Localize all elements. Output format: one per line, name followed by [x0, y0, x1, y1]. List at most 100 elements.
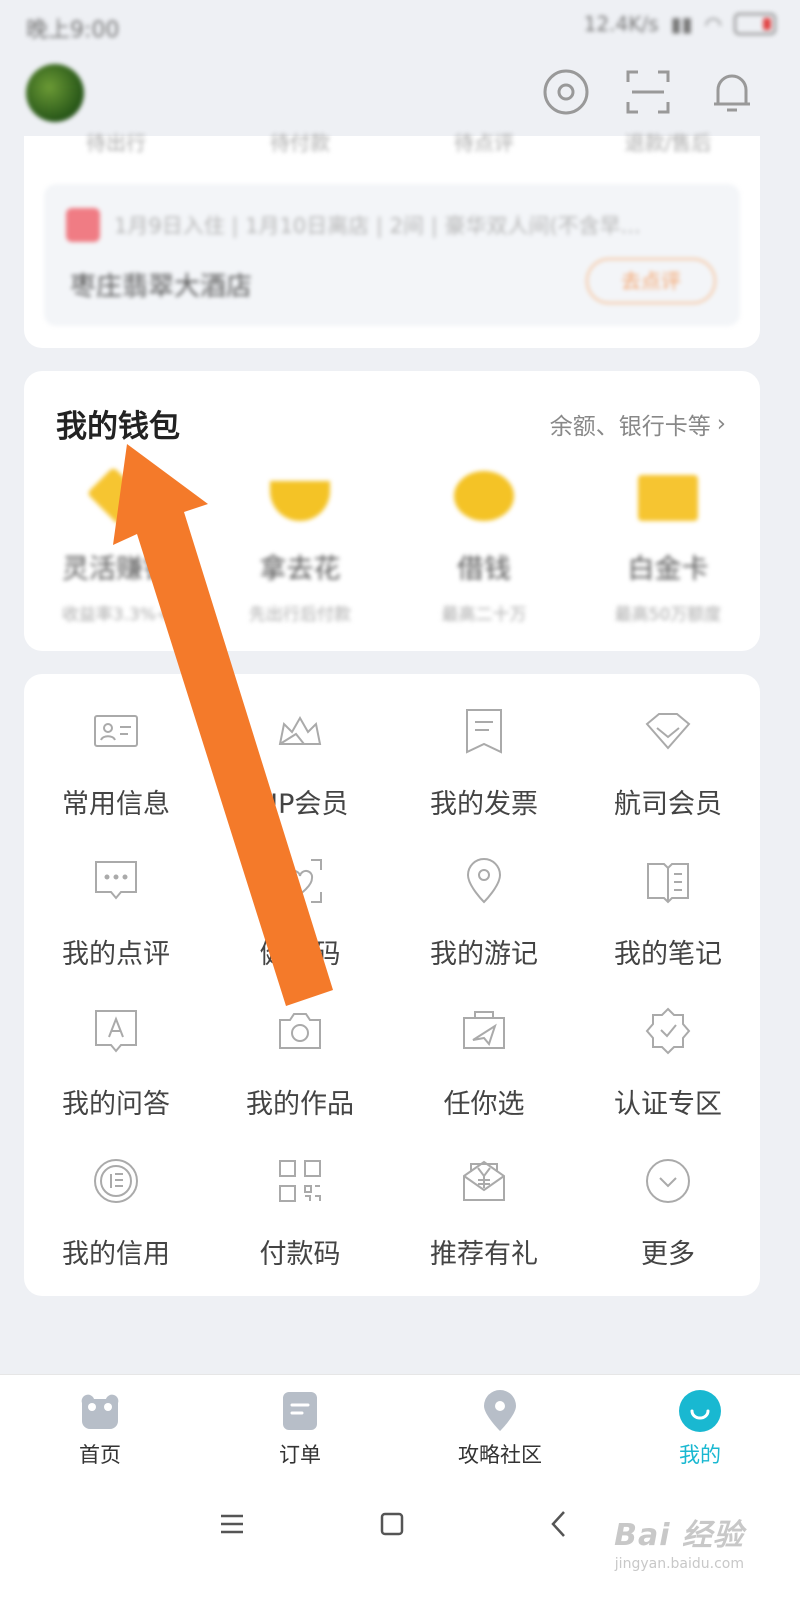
tab-profile[interactable]: 我的 [600, 1375, 800, 1474]
service-label: 任你选 [443, 1089, 525, 1120]
wallet-item-sub: 先出行后付款 [249, 605, 351, 625]
verified-badge-icon [643, 1006, 693, 1056]
network-speed: 12.4K/s [583, 12, 659, 36]
wallet-item[interactable]: 拿去花 先出行后付款 [208, 471, 392, 625]
wallet-item-name: 拿去花 [259, 554, 341, 585]
credit-icon [91, 1156, 141, 1206]
gift-envelope-icon [459, 1156, 509, 1206]
service-credit[interactable]: 我的信用 [24, 1156, 208, 1306]
status-icons: 12.4K/s ▮▮ ◠ [584, 12, 776, 36]
tab-community[interactable]: 攻略社区 [400, 1375, 600, 1474]
comment-icon [91, 856, 141, 906]
card-icon [638, 475, 698, 521]
hotel-icon [66, 208, 100, 242]
gem-icon [86, 466, 146, 526]
wifi-icon: ◠ [704, 12, 722, 36]
tab-home[interactable]: 首页 [0, 1375, 200, 1474]
tab-label: 攻略社区 [458, 1443, 542, 1467]
service-payment-code[interactable]: 付款码 [208, 1156, 392, 1306]
invoice-icon [459, 706, 509, 756]
services-card: 常用信息 VIP会员 我的发票 航司会员 我的点评 健康码 我的游记 我的笔记 … [24, 674, 760, 1296]
service-my-reviews[interactable]: 我的点评 [24, 856, 208, 1006]
baidu-watermark: Bai 经验 jingyan.baidu.com [614, 1510, 744, 1572]
notebook-icon [643, 856, 693, 906]
service-travel-notes[interactable]: 我的游记 [392, 856, 576, 1006]
back-icon[interactable] [540, 1504, 580, 1544]
service-label: 我的笔记 [614, 939, 722, 970]
pending-order[interactable]: 1月9日入住 | 1月10日离店 | 2间 | 豪华双人间(不含早... 枣庄翡… [44, 184, 740, 326]
service-qa[interactable]: 我的问答 [24, 1006, 208, 1156]
wallet-item-name: 借钱 [457, 554, 511, 585]
service-certification[interactable]: 认证专区 [576, 1006, 760, 1156]
order-tab[interactable]: 待出行 [24, 133, 208, 166]
tab-orders[interactable]: 订单 [200, 1375, 400, 1474]
service-label: 健康码 [259, 939, 341, 970]
service-label: 常用信息 [62, 789, 170, 820]
order-tab[interactable]: 待点评 [392, 133, 576, 166]
home-square-icon[interactable] [372, 1504, 412, 1544]
wallet-item-sub: 最高50万额度 [614, 605, 722, 625]
scan-icon[interactable] [622, 66, 674, 118]
order-description: 1月9日入住 | 1月10日离店 | 2间 | 豪华双人间(不含早... [114, 214, 641, 238]
wallet-item-sub: 收益率3.3%+ [61, 605, 171, 625]
bowl-icon [270, 481, 330, 521]
order-tab[interactable]: 退款/售后 [576, 133, 760, 166]
battery-icon [734, 13, 776, 35]
service-label: VIP会员 [251, 789, 349, 820]
wallet-item[interactable]: 灵活赚钱 收益率3.3%+ [24, 466, 208, 625]
settings-icon[interactable] [540, 66, 592, 118]
service-label: 我的游记 [430, 939, 538, 970]
qa-icon [91, 1006, 141, 1056]
wallet-items: 灵活赚钱 收益率3.3%+ 拿去花 先出行后付款 借钱 最高二十万 白金卡 最高… [24, 466, 760, 625]
service-label: 航司会员 [614, 789, 722, 820]
service-label: 我的点评 [62, 939, 170, 970]
wallet-more-link[interactable]: 余额、银行卡等 › [550, 407, 726, 441]
services-grid: 常用信息 VIP会员 我的发票 航司会员 我的点评 健康码 我的游记 我的笔记 … [24, 706, 760, 1306]
tab-label: 首页 [79, 1443, 121, 1467]
service-notes[interactable]: 我的笔记 [576, 856, 760, 1006]
menu-icon[interactable] [212, 1504, 252, 1544]
service-label: 我的发票 [430, 789, 538, 820]
tab-label: 我的 [679, 1443, 721, 1467]
notification-bell-icon[interactable] [706, 66, 758, 118]
service-airline[interactable]: 航司会员 [576, 706, 760, 856]
coin-pot-icon [454, 471, 514, 521]
diamond-icon [643, 706, 693, 756]
review-button[interactable]: 去点评 [586, 258, 716, 304]
camera-icon [275, 1006, 325, 1056]
service-label: 推荐有礼 [430, 1239, 538, 1270]
status-bar: 晚上9:00 12.4K/s ▮▮ ◠ [0, 0, 800, 52]
chevron-down-circle-icon [643, 1156, 693, 1206]
qr-code-icon [275, 1156, 325, 1206]
wallet-card: 我的钱包 余额、银行卡等 › 灵活赚钱 收益率3.3%+ 拿去花 先出行后付款 … [24, 371, 760, 651]
service-invoice[interactable]: 我的发票 [392, 706, 576, 856]
service-label: 更多 [641, 1239, 695, 1270]
service-label: 我的信用 [62, 1239, 170, 1270]
wallet-item[interactable]: 白金卡 最高50万额度 [576, 471, 760, 625]
service-label: 我的问答 [62, 1089, 170, 1120]
service-label: 付款码 [259, 1239, 341, 1270]
service-referral[interactable]: 推荐有礼 [392, 1156, 576, 1306]
wallet-item-name: 白金卡 [627, 554, 709, 585]
service-label: 认证专区 [614, 1089, 722, 1120]
chevron-right-icon: › [716, 411, 726, 437]
service-more[interactable]: 更多 [576, 1156, 760, 1306]
signal-icon: ▮▮ [670, 12, 693, 36]
service-pick-any[interactable]: 任你选 [392, 1006, 576, 1156]
hotel-name: 枣庄翡翠大酒店 [70, 272, 253, 302]
health-code-icon [275, 856, 325, 906]
bottom-tab-bar: 首页 订单 攻略社区 我的 [0, 1374, 800, 1474]
service-health-code[interactable]: 健康码 [208, 856, 392, 1006]
tab-label: 订单 [279, 1443, 321, 1467]
wallet-item[interactable]: 借钱 最高二十万 [392, 471, 576, 625]
order-tab[interactable]: 待付款 [208, 133, 392, 166]
service-common-info[interactable]: 常用信息 [24, 706, 208, 856]
location-pin-icon [459, 856, 509, 906]
crown-icon [275, 706, 325, 756]
service-vip[interactable]: VIP会员 [208, 706, 392, 856]
home-mascot-icon [78, 1389, 122, 1433]
avatar[interactable] [26, 64, 84, 122]
plane-ticket-icon [459, 1006, 509, 1056]
service-my-works[interactable]: 我的作品 [208, 1006, 392, 1156]
wallet-title: 我的钱包 [56, 409, 180, 445]
